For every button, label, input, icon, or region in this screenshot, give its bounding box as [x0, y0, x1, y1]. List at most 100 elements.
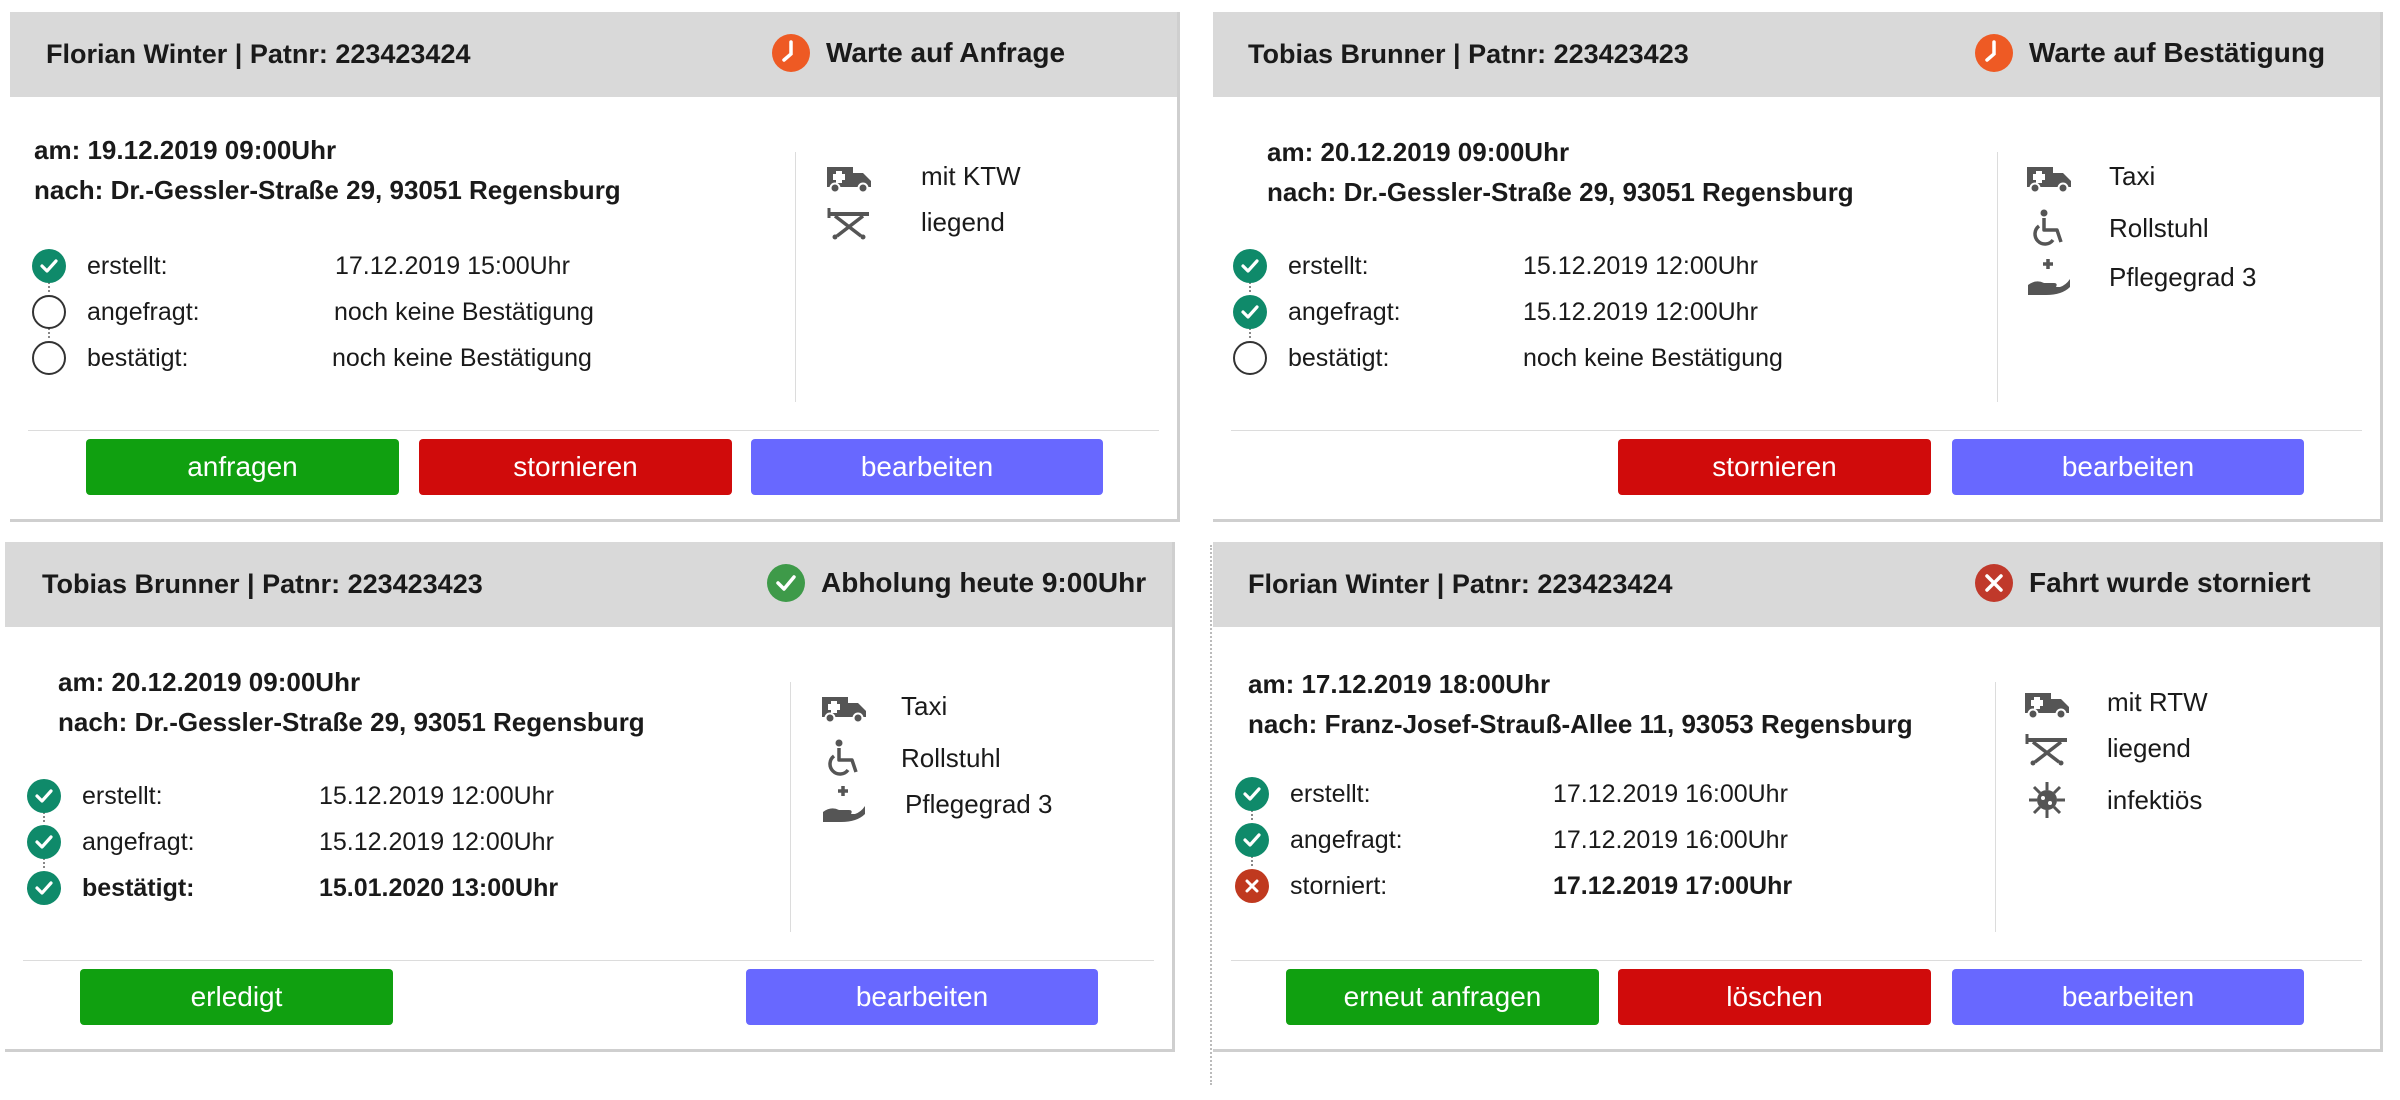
cancel-button[interactable]: stornieren: [419, 439, 732, 495]
transport-card: Tobias Brunner | Patnr: 223423423 Abholu…: [5, 542, 1175, 1052]
clock-icon: [772, 34, 810, 72]
step-label: bestätigt:: [87, 343, 189, 372]
step-label: erstellt:: [1290, 779, 1371, 808]
done-button[interactable]: erledigt: [80, 969, 393, 1025]
check-circle-icon: [27, 871, 61, 905]
timeline-connector: [1249, 282, 1251, 292]
transport-card: Florian Winter | Patnr: 223423424 Fahrt …: [1213, 542, 2383, 1052]
check-icon: [767, 564, 805, 602]
step-label: erstellt:: [1288, 251, 1369, 280]
stretcher-icon: [825, 202, 873, 242]
feature-label: Taxi: [2109, 160, 2156, 191]
trip-destination: nach: Franz-Josef-Strauß-Allee 11, 93053…: [1248, 709, 1913, 739]
status-badge: Abholung heute 9:00Uhr: [767, 564, 1146, 602]
cancel-circle-icon: [1235, 869, 1269, 903]
footer-divider: [23, 960, 1154, 961]
status-timeline: erstellt: 17.12.2019 16:00Uhr angefragt:…: [1235, 774, 1935, 934]
step-value: 15.01.2020 13:00Uhr: [319, 873, 559, 902]
wheelchair-icon: [2025, 208, 2073, 248]
check-circle-icon: [1235, 823, 1269, 857]
trip-destination: nach: Dr.-Gessler-Straße 29, 93051 Regen…: [1267, 177, 1854, 207]
empty-circle-icon: [32, 295, 66, 329]
section-divider: [795, 152, 796, 402]
feature-label: liegend: [2107, 732, 2191, 763]
ambulance-icon: [2025, 156, 2073, 196]
ambulance-icon: [825, 156, 873, 196]
step-label: bestätigt:: [82, 873, 195, 902]
empty-circle-icon: [1233, 341, 1267, 375]
section-divider: [790, 682, 791, 932]
patient-title: Tobias Brunner | Patnr: 223423423: [42, 569, 483, 599]
wheelchair-icon: [820, 738, 868, 778]
step-label: storniert:: [1290, 871, 1388, 900]
feature-label: Pflegegrad 3: [2109, 261, 2257, 292]
stretcher-icon: [2023, 728, 2071, 768]
patient-title: Florian Winter | Patnr: 223423424: [46, 39, 471, 69]
status-timeline: erstellt: 15.12.2019 12:00Uhr angefragt:…: [27, 776, 727, 936]
check-circle-icon: [27, 779, 61, 813]
status-text: Fahrt wurde storniert: [2029, 567, 2311, 598]
clock-icon: [1975, 34, 2013, 72]
step-value: 17.12.2019 16:00Uhr: [1553, 779, 1788, 808]
section-divider: [1997, 152, 1998, 402]
cancel-button[interactable]: stornieren: [1618, 439, 1931, 495]
status-text: Warte auf Anfrage: [826, 37, 1066, 68]
status-text: Warte auf Bestätigung: [2029, 37, 2326, 68]
step-label: angefragt:: [82, 827, 195, 856]
trip-date: am: 20.12.2019 09:00Uhr: [58, 667, 361, 697]
step-value: 15.12.2019 12:00Uhr: [319, 781, 554, 810]
patient-title: Florian Winter | Patnr: 223423424: [1248, 569, 1673, 599]
edit-button[interactable]: bearbeiten: [1952, 969, 2304, 1025]
footer-divider: [1231, 960, 2362, 961]
step-value: 17.12.2019 16:00Uhr: [1553, 825, 1788, 854]
step-value: 17.12.2019 17:00Uhr: [1553, 871, 1793, 900]
step-value: 15.12.2019 12:00Uhr: [1523, 251, 1758, 280]
section-divider: [1995, 682, 1996, 932]
delete-button[interactable]: löschen: [1618, 969, 1931, 1025]
check-circle-icon: [27, 825, 61, 859]
step-label: angefragt:: [1290, 825, 1403, 854]
footer-divider: [28, 430, 1159, 431]
timeline-connector: [48, 328, 50, 338]
step-value: 15.12.2019 12:00Uhr: [319, 827, 554, 856]
edit-button[interactable]: bearbeiten: [751, 439, 1103, 495]
feature-label: mit KTW: [921, 160, 1021, 191]
request-button[interactable]: anfragen: [86, 439, 399, 495]
request-again-button[interactable]: erneut anfragen: [1286, 969, 1599, 1025]
step-value: 17.12.2019 15:00Uhr: [335, 251, 570, 280]
status-badge: Warte auf Bestätigung: [1975, 34, 2325, 72]
status-badge: Warte auf Anfrage: [772, 34, 1065, 72]
feature-label: Rollstuhl: [2109, 212, 2209, 243]
step-label: angefragt:: [1288, 297, 1401, 326]
step-value: 15.12.2019 12:00Uhr: [1523, 297, 1758, 326]
card-header: Tobias Brunner | Patnr: 223423423 Warte …: [1213, 12, 2380, 97]
empty-circle-icon: [32, 341, 66, 375]
feature-label: liegend: [921, 206, 1005, 237]
card-header: Florian Winter | Patnr: 223423424 Fahrt …: [1213, 542, 2380, 627]
patient-title: Tobias Brunner | Patnr: 223423423: [1248, 39, 1689, 69]
step-label: bestätigt:: [1288, 343, 1390, 372]
check-circle-icon: [1233, 249, 1267, 283]
feature-label: Rollstuhl: [901, 742, 1001, 773]
trip-date: am: 20.12.2019 09:00Uhr: [1267, 137, 1570, 167]
step-value: noch keine Bestätigung: [334, 297, 594, 326]
feature-label: Taxi: [901, 690, 948, 721]
trip-date: am: 19.12.2019 09:00Uhr: [34, 135, 337, 165]
step-value: noch keine Bestätigung: [332, 343, 592, 372]
care-hand-icon: [2025, 257, 2073, 297]
edit-button[interactable]: bearbeiten: [746, 969, 1098, 1025]
status-badge: Fahrt wurde storniert: [1975, 564, 2311, 602]
step-value: noch keine Bestätigung: [1523, 343, 1783, 372]
status-timeline: erstellt: 17.12.2019 15:00Uhr angefragt:…: [32, 246, 732, 406]
timeline-connector: [48, 282, 50, 292]
trip-info: am: 20.12.2019 09:00Uhr nach: Dr.-Gessle…: [58, 662, 645, 742]
cancel-icon: [1975, 564, 2013, 602]
timeline-connector: [1251, 810, 1253, 820]
check-circle-icon: [32, 249, 66, 283]
trip-destination: nach: Dr.-Gessler-Straße 29, 93051 Regen…: [58, 707, 645, 737]
trip-info: am: 19.12.2019 09:00Uhr nach: Dr.-Gessle…: [34, 130, 621, 210]
ambulance-icon: [820, 686, 868, 726]
transport-card: Tobias Brunner | Patnr: 223423423 Warte …: [1213, 12, 2383, 522]
edit-button[interactable]: bearbeiten: [1952, 439, 2304, 495]
footer-divider: [1231, 430, 2362, 431]
